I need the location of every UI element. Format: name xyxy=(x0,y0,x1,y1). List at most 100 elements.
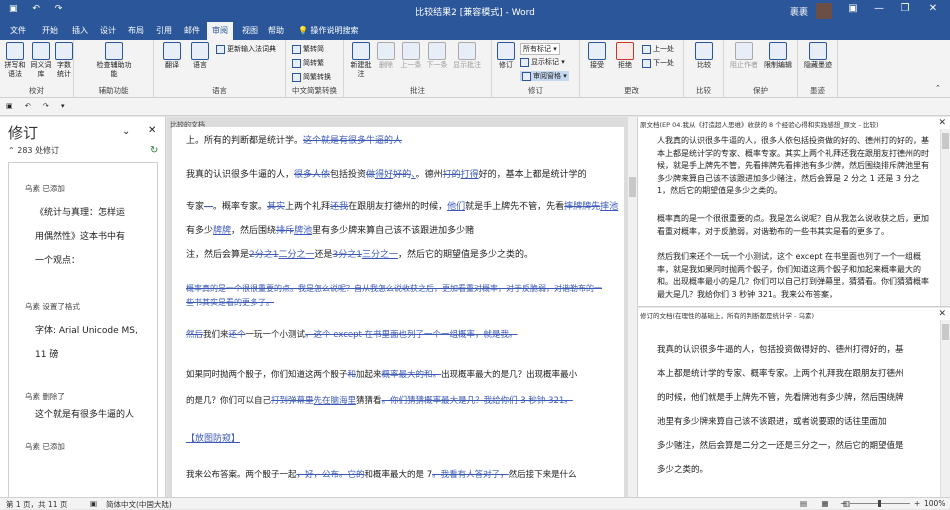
original-document-pane: 原文档(EP 04.我从《打造超人思维》收获的 8 个经验心得和实践感想_原文 … xyxy=(637,117,950,307)
tell-me-search[interactable]: 💡 操作说明搜索 xyxy=(298,25,359,36)
user-name[interactable]: 裹裹 xyxy=(790,5,808,18)
revision-list[interactable]: 乌素 已添加 《统计与真理：怎样运 用偶然性》这本书中有 一个观点： 乌素 设置… xyxy=(8,162,158,497)
pane-options-icon[interactable]: ⌄ xyxy=(122,126,130,137)
scroll-thumb[interactable] xyxy=(942,133,949,149)
show-markup-icon xyxy=(520,57,529,67)
chinese-conversion-button[interactable]: 简繁转换 xyxy=(292,72,331,82)
tab-design[interactable]: 设计 xyxy=(100,25,116,36)
show-markup-button[interactable]: 显示标记 ▾ xyxy=(520,57,565,67)
text-run: 的是几？你们可以自己 xyxy=(186,396,272,406)
revision-text: 用偶然性》这本书中有 xyxy=(35,232,126,242)
group-compare: 比较 比较 xyxy=(684,40,724,98)
tab-references[interactable]: 引用 xyxy=(156,25,172,36)
tab-insert[interactable]: 插入 xyxy=(72,25,88,36)
ribbon-display-icon[interactable]: ▣ xyxy=(844,3,862,14)
tab-help[interactable]: 帮助 xyxy=(268,25,284,36)
page-indicator[interactable]: 第 1 页，共 11 页 xyxy=(6,499,67,510)
reject-button[interactable]: 拒绝 xyxy=(614,42,636,70)
markup-select[interactable]: 所有标记 ▾ xyxy=(520,43,560,55)
check-accessibility-button[interactable]: 检查辅助功能 xyxy=(94,42,134,79)
original-scrollbar[interactable] xyxy=(940,129,950,306)
minimize-button[interactable]: — xyxy=(870,3,888,14)
tab-review[interactable]: 审阅 xyxy=(207,22,233,40)
language-indicator[interactable]: 简体中文(中国大陆) xyxy=(106,499,172,510)
new-comment-button[interactable]: 新建批注 xyxy=(350,42,372,79)
save-undo-redo-icons[interactable]: ▣ ↶ ↷ ▾ xyxy=(6,102,70,110)
group-changes: 接受 拒绝 上一处 下一处 更改 xyxy=(580,40,684,98)
deleted-text: 概率最大的和。 xyxy=(381,370,442,380)
hide-ink-button[interactable]: 隐藏墨迹 xyxy=(802,42,834,70)
spelling-grammar-button[interactable]: 拼写和语法 xyxy=(3,42,27,79)
thesaurus-button[interactable]: 同义词库 xyxy=(30,42,52,79)
tab-mailings[interactable]: 邮件 xyxy=(184,25,200,36)
block-authors-button[interactable]: 阻止作者 xyxy=(728,42,760,70)
word-count-button[interactable]: 字数统计 xyxy=(55,42,73,79)
trad-to-simp-button[interactable]: 繁转简 xyxy=(292,44,324,54)
revised-scrollbar[interactable] xyxy=(940,320,950,497)
revised-document-title: 修订的文档(在理性的基础上，所有的判断都是统计学 - 乌素) xyxy=(640,312,815,320)
thesaurus-label: 同义词库 xyxy=(30,61,52,78)
text-run: 专家 xyxy=(186,202,205,212)
deleted-text: 好的 xyxy=(393,170,412,180)
doc-line: 专家—。概率专家。其实上两个礼拜还我在跟朋友打德州的时候，他们就是手上牌先不管，… xyxy=(186,195,618,219)
previous-change-button[interactable]: 上一处 xyxy=(642,44,674,54)
text-run: 还是 xyxy=(314,250,333,260)
show-comments-button[interactable]: 显示批注 xyxy=(452,42,482,70)
doc-line: 我真的认识很多牛逼的人，很多人依包括投资做得好好的、。德州打的打得好的，基本上都… xyxy=(186,163,587,187)
compared-scrollbar[interactable] xyxy=(627,117,637,497)
close-revised-icon[interactable]: ✕ xyxy=(938,309,946,319)
simp-to-trad-button[interactable]: 简转繁 xyxy=(292,58,324,68)
text-run: ，然后它的期望值是多少之类的。 xyxy=(397,250,533,260)
delete-comment-button[interactable]: 删除 xyxy=(376,42,396,70)
zoom-in-icon[interactable]: + xyxy=(914,499,920,508)
group-tracking: 修订 所有标记 ▾ 显示标记 ▾ 审阅窗格 ▾ 修订 xyxy=(492,40,580,98)
language-button[interactable]: 语言 xyxy=(188,42,212,70)
restore-button[interactable]: ❐ xyxy=(896,3,914,14)
original-paragraph: 人我真的认识很多牛逼的人，很多人依包括投资做的好的、德州打的好的，基本上都是统计… xyxy=(657,136,929,195)
next-comment-button[interactable]: 下一条 xyxy=(426,42,448,70)
proofing-status-icon[interactable]: ▣ xyxy=(90,499,97,508)
scroll-thumb[interactable] xyxy=(942,324,949,340)
reviewing-pane-button[interactable]: 审阅窗格 ▾ xyxy=(520,71,569,81)
group-comments: 新建批注 删除 上一条 下一条 显示批注 批注 xyxy=(344,40,492,98)
collapse-ribbon-icon[interactable]: ⌃ xyxy=(935,84,941,92)
zoom-out-icon[interactable]: − xyxy=(840,499,846,508)
next-change-button[interactable]: 下一处 xyxy=(642,58,674,68)
document-page[interactable]: 上。所有的判断都是统计学。这个就是有很多牛逼的人 我真的认识很多牛逼的人，很多人… xyxy=(172,127,624,497)
deleted-text: 。你们猜猜概率最大是几？我给你们 3 秒钟 321。 xyxy=(381,396,573,406)
update-ime-label: 更新输入法词典 xyxy=(227,45,276,53)
track-changes-button[interactable]: 修订 xyxy=(496,42,516,70)
group-label: 更改 xyxy=(624,86,639,95)
translate-button[interactable]: 翻译 xyxy=(160,42,184,70)
tab-layout[interactable]: 布局 xyxy=(128,25,144,36)
scroll-thumb[interactable] xyxy=(629,177,636,197)
close-pane-icon[interactable]: ✕ xyxy=(148,125,156,136)
tab-file[interactable]: 文件 xyxy=(10,25,26,36)
zoom-level[interactable]: 100% xyxy=(924,499,945,508)
accept-button[interactable]: 接受 xyxy=(586,42,608,70)
close-button[interactable]: ✕ xyxy=(924,3,942,14)
status-bar: 第 1 页，共 11 页 ▣ 简体中文(中国大陆) ▤ ▦ ▥ − + 100% xyxy=(0,497,950,509)
translate-icon xyxy=(163,42,181,60)
deleted-text: 。这个 except 在书里面也列了一个一组概率，就是我。 xyxy=(305,330,518,340)
close-original-icon[interactable]: ✕ xyxy=(938,118,946,128)
previous-comment-button[interactable]: 上一条 xyxy=(400,42,422,70)
deleted-text: ，好，公布。它的 xyxy=(296,470,365,480)
deleted-text: 做 xyxy=(366,170,376,180)
collapse-icon[interactable]: ⌃ xyxy=(8,146,17,155)
update-ime-dictionary-button[interactable]: 更新输入法词典 xyxy=(216,44,276,54)
avatar[interactable] xyxy=(816,3,832,19)
revised-document-pane: 修订的文档(在理性的基础上，所有的判断都是统计学 - 乌素) ✕ 我真的认识很多… xyxy=(637,308,950,497)
compare-button[interactable]: 比较 xyxy=(693,42,715,70)
view-mode-icons[interactable]: ▤ ▦ ▥ xyxy=(800,499,856,508)
zoom-slider-thumb[interactable] xyxy=(878,500,881,507)
tab-view[interactable]: 视图 xyxy=(242,25,258,36)
compared-document-pane: 比较的文档 上。所有的判断都是统计学。这个就是有很多牛逼的人 我真的认识很多牛逼… xyxy=(167,117,637,497)
restrict-editing-button[interactable]: 限制编辑 xyxy=(762,42,794,70)
lightbulb-icon: 💡 xyxy=(298,26,311,35)
revision-text: 一个观点： xyxy=(35,256,81,266)
refresh-icon[interactable]: ↻ xyxy=(150,145,158,156)
tab-home[interactable]: 开始 xyxy=(42,25,58,36)
deleted-text: 2分之1 xyxy=(249,250,279,260)
reviewing-pane-icon xyxy=(522,71,531,81)
